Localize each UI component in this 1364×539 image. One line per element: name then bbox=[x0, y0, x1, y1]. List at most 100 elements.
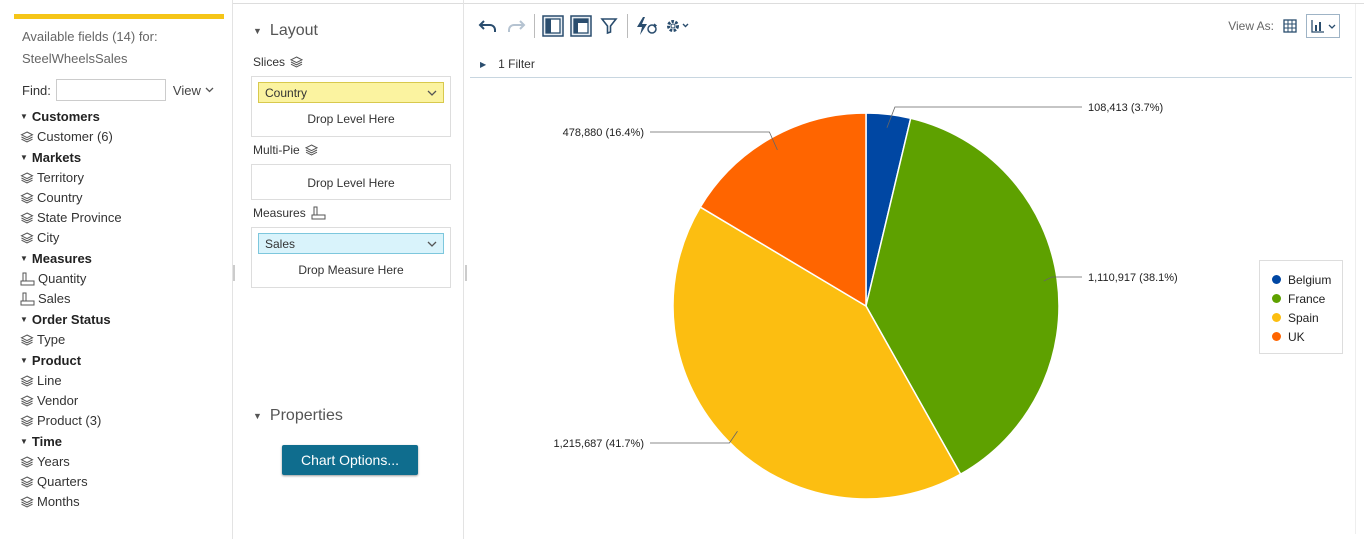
view-dropdown[interactable]: View bbox=[173, 83, 214, 98]
layers-icon bbox=[20, 334, 37, 346]
field-group-header[interactable]: ▼ Product bbox=[20, 350, 225, 371]
legend-label: Spain bbox=[1288, 310, 1319, 325]
legend-swatch bbox=[1272, 294, 1281, 303]
layers-icon bbox=[20, 131, 37, 143]
layers-icon bbox=[20, 476, 37, 488]
filter-icon bbox=[600, 18, 618, 35]
field-item-label: Type bbox=[37, 332, 66, 347]
field-item-label: Line bbox=[37, 373, 62, 388]
legend-item[interactable]: Spain bbox=[1260, 308, 1342, 327]
field-item-label: Territory bbox=[37, 170, 84, 185]
layers-icon bbox=[20, 232, 37, 244]
legend-label: France bbox=[1288, 291, 1326, 306]
layers-icon bbox=[20, 172, 37, 184]
auto-refresh-button[interactable] bbox=[632, 12, 660, 40]
field-item[interactable]: Years bbox=[20, 452, 225, 472]
layers-icon bbox=[290, 56, 304, 68]
legend-swatch bbox=[1272, 332, 1281, 341]
fields-accent-bar bbox=[14, 14, 224, 19]
field-item[interactable]: Territory bbox=[20, 168, 225, 188]
settings-menu-button[interactable] bbox=[660, 12, 694, 40]
legend-items: Belgium France Spain UK bbox=[1260, 261, 1342, 346]
chart-options-button[interactable]: Chart Options... bbox=[282, 445, 418, 475]
field-group-label: Time bbox=[31, 434, 63, 449]
undo-icon bbox=[478, 20, 496, 32]
find-label: Find: bbox=[22, 82, 51, 98]
toggle-layout-panel-button[interactable] bbox=[539, 12, 567, 40]
undo-button[interactable] bbox=[474, 12, 502, 40]
field-item[interactable]: Months bbox=[20, 492, 225, 512]
slices-dropzone[interactable]: Country Drop Level Here bbox=[251, 76, 451, 137]
field-item[interactable]: City bbox=[20, 228, 225, 248]
layout-panel: ▼ Layout Slices Country Drop Level Here … bbox=[233, 0, 464, 539]
field-item-label: Quarters bbox=[37, 474, 88, 489]
multipie-header: Multi-Pie bbox=[253, 143, 318, 157]
field-group-header[interactable]: ▼ Time bbox=[20, 431, 225, 452]
field-item[interactable]: Quantity bbox=[20, 269, 225, 289]
panel-resize-handle[interactable] bbox=[233, 265, 235, 281]
drop-measure-text: Drop Measure Here bbox=[298, 263, 404, 277]
chart-view-button[interactable] bbox=[1306, 14, 1340, 38]
field-item[interactable]: Line bbox=[20, 371, 225, 391]
field-item[interactable]: Sales bbox=[20, 289, 225, 309]
field-group-header[interactable]: ▼ Order Status bbox=[20, 309, 225, 330]
ruler-icon bbox=[311, 206, 326, 220]
layout-section-header[interactable]: ▼ Layout bbox=[253, 22, 318, 40]
filter-summary[interactable]: ▶ 1 Filter bbox=[480, 57, 535, 71]
legend-item[interactable]: Belgium bbox=[1260, 270, 1342, 289]
toolbar bbox=[474, 12, 694, 40]
legend-swatch bbox=[1272, 313, 1281, 322]
chart-legend: Belgium France Spain UK bbox=[1259, 260, 1343, 354]
field-group-label: Markets bbox=[31, 150, 82, 165]
chevron-down-icon bbox=[205, 87, 214, 93]
field-item[interactable]: Vendor bbox=[20, 391, 225, 411]
view-as-label: View As: bbox=[1228, 19, 1274, 33]
collapse-triangle-icon: ▼ bbox=[20, 356, 28, 365]
collapse-triangle-icon: ▼ bbox=[20, 315, 28, 324]
field-item[interactable]: Product (3) bbox=[20, 411, 225, 431]
find-input[interactable] bbox=[55, 79, 166, 101]
slices-label: Slices bbox=[253, 55, 286, 69]
data-label: 1,110,917 (38.1%) bbox=[1088, 272, 1178, 284]
layout-title: Layout bbox=[269, 22, 318, 39]
data-label: 108,413 (3.7%) bbox=[1088, 102, 1163, 114]
field-group-label: Customers bbox=[31, 109, 100, 124]
table-view-button[interactable] bbox=[1280, 16, 1300, 36]
field-group-header[interactable]: ▼ Measures bbox=[20, 248, 225, 269]
field-item[interactable]: Customer (6) bbox=[20, 127, 225, 147]
slices-country-pill[interactable]: Country bbox=[258, 82, 444, 103]
field-item[interactable]: Country bbox=[20, 188, 225, 208]
available-fields-count: Available fields (14) for: bbox=[22, 29, 158, 44]
layers-icon bbox=[20, 415, 37, 427]
legend-item[interactable]: UK bbox=[1260, 327, 1342, 346]
legend-item[interactable]: France bbox=[1260, 289, 1342, 308]
vertical-scrollbar[interactable] bbox=[1355, 4, 1362, 534]
gear-icon bbox=[667, 20, 689, 32]
measures-sales-pill[interactable]: Sales bbox=[258, 233, 444, 254]
filter-divider bbox=[470, 77, 1352, 78]
field-item[interactable]: Quarters bbox=[20, 472, 225, 492]
collapse-triangle-icon: ▼ bbox=[253, 26, 262, 36]
layers-icon bbox=[20, 456, 37, 468]
chevron-down-icon[interactable] bbox=[427, 90, 437, 96]
field-group-header[interactable]: ▼ Customers bbox=[20, 106, 225, 127]
properties-section-header[interactable]: ▼ Properties bbox=[253, 407, 343, 425]
toolbar-separator bbox=[534, 14, 535, 38]
field-item[interactable]: Type bbox=[20, 330, 225, 350]
lightning-refresh-icon bbox=[637, 17, 658, 35]
multipie-dropzone[interactable]: Drop Level Here bbox=[251, 164, 451, 200]
find-row: Find: View bbox=[22, 78, 214, 102]
collapse-triangle-icon: ▼ bbox=[20, 153, 28, 162]
expand-triangle-icon[interactable]: ▶ bbox=[480, 60, 486, 69]
field-item[interactable]: State Province bbox=[20, 208, 225, 228]
redo-button[interactable] bbox=[502, 12, 530, 40]
layers-icon bbox=[20, 395, 37, 407]
chevron-down-icon[interactable] bbox=[427, 241, 437, 247]
field-item-label: Years bbox=[37, 454, 70, 469]
layers-icon bbox=[20, 212, 37, 224]
measures-dropzone[interactable]: Sales Drop Measure Here bbox=[251, 227, 451, 288]
multipie-drop-text: Drop Level Here bbox=[307, 176, 395, 190]
filter-button[interactable] bbox=[595, 12, 623, 40]
field-group-header[interactable]: ▼ Markets bbox=[20, 147, 225, 168]
toggle-report-options-button[interactable] bbox=[567, 12, 595, 40]
